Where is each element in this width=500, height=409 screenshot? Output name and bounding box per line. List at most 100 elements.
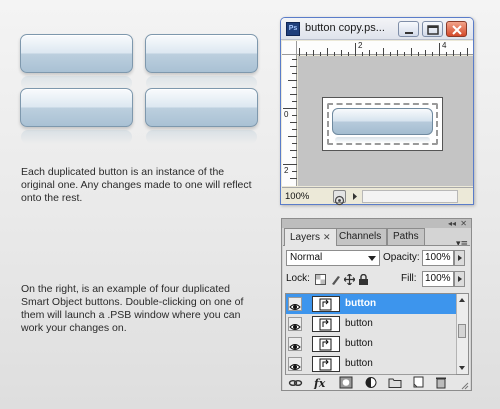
fill-label: Fill:: [401, 273, 417, 284]
scroll-down-icon[interactable]: [459, 366, 465, 370]
text-line: Smart Object buttons. Double-clicking on…: [21, 296, 244, 308]
smart-object-thumbnail: [312, 356, 340, 372]
status-menu-arrow-icon[interactable]: [350, 190, 360, 203]
status-info-button[interactable]: [333, 190, 346, 206]
layer-row[interactable]: button: [286, 334, 456, 355]
smart-object-thumbnail: [312, 316, 340, 332]
close-button[interactable]: [446, 21, 467, 37]
eye-icon: [289, 344, 301, 350]
group-icon[interactable]: [388, 376, 403, 389]
smart-object-icon: [319, 338, 332, 351]
lock-move-icon[interactable]: [344, 274, 355, 285]
photoshop-icon: Ps: [286, 22, 300, 36]
mask-icon[interactable]: [339, 376, 354, 389]
lock-brush-icon[interactable]: [330, 274, 341, 285]
text-line: them will launch a .PSB window where you…: [21, 309, 241, 321]
layers-panel-body: Normal Opacity: 100% Lock: Fill: 100% bu…: [283, 245, 470, 390]
blend-mode-value: Normal: [290, 252, 323, 263]
tab-label: Layers: [290, 232, 321, 243]
layer-name: button: [345, 318, 373, 329]
text-line: original one. Any changes made to one wi…: [21, 179, 252, 191]
window-title: button copy.ps...: [305, 22, 385, 34]
smart-object-icon: [319, 318, 332, 331]
lock-all-icon[interactable]: [358, 274, 369, 285]
panel-close-icon[interactable]: ✕: [460, 219, 467, 228]
visibility-toggle[interactable]: [288, 337, 302, 351]
smart-object-icon: [319, 298, 332, 311]
zoom-level[interactable]: 100%: [285, 190, 321, 203]
layer-row[interactable]: button: [286, 294, 456, 315]
layers-bottom-toolbar: fx: [284, 376, 469, 390]
layer-row[interactable]: button: [286, 314, 456, 335]
button-preview: [332, 108, 433, 143]
smart-object-thumbnail: [312, 296, 340, 312]
layers-list: button button button button: [285, 293, 469, 375]
minimize-button[interactable]: [398, 21, 419, 37]
eye-icon: [289, 324, 301, 330]
layer-name: button: [345, 338, 373, 349]
title-bar[interactable]: Ps button copy.ps...: [281, 18, 473, 40]
ruler-label: 4: [442, 41, 447, 50]
panel-header-strip[interactable]: ◂◂ ✕: [282, 219, 471, 228]
horizontal-ruler[interactable]: 2 4: [297, 41, 473, 56]
glossy-button-4: [145, 88, 258, 144]
tab-label: Channels: [339, 231, 382, 242]
tab-label: Paths: [393, 231, 419, 242]
canvas-pasteboard[interactable]: [298, 56, 473, 186]
info-icon: [334, 195, 345, 206]
visibility-toggle[interactable]: [288, 317, 302, 331]
opacity-slider-button[interactable]: [454, 250, 465, 266]
layer-row[interactable]: button: [286, 354, 456, 375]
tab-close-icon[interactable]: ✕: [323, 232, 331, 242]
new-layer-icon[interactable]: [411, 376, 426, 389]
panel-tabs: Layers ✕ Channels Paths ▾≡: [284, 228, 471, 249]
layer-name: button: [345, 358, 373, 369]
resize-grip-icon[interactable]: [461, 382, 469, 390]
maximize-icon: [427, 25, 439, 35]
eye-icon: [289, 364, 301, 370]
ruler-label: 0: [284, 110, 289, 119]
eye-icon: [289, 304, 301, 310]
document-canvas[interactable]: [322, 97, 443, 151]
svg-text:fx: fx: [313, 377, 326, 389]
visibility-toggle[interactable]: [288, 357, 302, 371]
tab-paths[interactable]: Paths: [387, 228, 425, 245]
opacity-label: Opacity:: [383, 252, 420, 263]
ruler-label: 2: [358, 41, 363, 50]
chevron-down-icon: [368, 256, 376, 261]
vertical-ruler[interactable]: 0 2: [282, 55, 297, 186]
opacity-input[interactable]: 100%: [422, 250, 454, 266]
layers-scrollbar[interactable]: [456, 294, 468, 374]
visibility-toggle[interactable]: [288, 297, 302, 311]
scroll-up-icon[interactable]: [459, 298, 465, 302]
text-line: On the right, is an example of four dupl…: [21, 283, 230, 295]
fill-slider-button[interactable]: [454, 271, 465, 287]
horizontal-scrollbar[interactable]: [362, 190, 458, 203]
minimize-icon: [405, 32, 413, 34]
close-icon: [452, 25, 462, 35]
blend-mode-select[interactable]: Normal: [286, 250, 380, 266]
document-window: Ps button copy.ps... 2 4 0 2 100%: [280, 17, 474, 206]
ruler-label: 2: [284, 166, 289, 175]
link-icon[interactable]: [288, 376, 303, 389]
lock-label: Lock:: [286, 273, 310, 284]
ruler-corner: [282, 41, 297, 55]
ruler-ticks: [299, 43, 468, 56]
description-paragraph-2: On the right, is an example of four dupl…: [21, 283, 243, 335]
tab-layers[interactable]: Layers ✕: [284, 228, 337, 246]
trash-icon[interactable]: [434, 376, 449, 389]
glossy-button-1: [20, 34, 133, 90]
scroll-thumb[interactable]: [458, 324, 466, 338]
layer-name: button: [345, 298, 377, 309]
selection-marquee: [327, 103, 438, 145]
maximize-button[interactable]: [422, 21, 443, 37]
fx-icon[interactable]: fx: [313, 376, 328, 389]
text-line: work your changes on.: [21, 322, 127, 334]
lock-transparent-icon[interactable]: [315, 274, 326, 285]
tab-channels[interactable]: Channels: [333, 228, 388, 245]
fill-input[interactable]: 100%: [422, 271, 454, 287]
adjustment-icon[interactable]: [364, 376, 379, 389]
collapse-icon[interactable]: ◂◂: [448, 219, 456, 228]
smart-object-icon: [319, 358, 332, 371]
smart-object-thumbnail: [312, 336, 340, 352]
